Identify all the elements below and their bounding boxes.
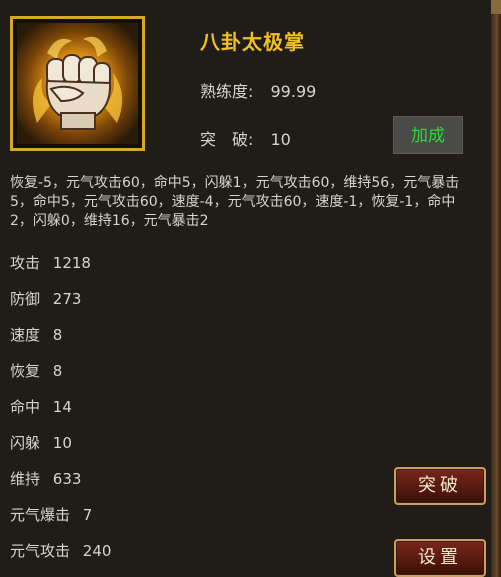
breakthrough-button[interactable]: 突破 <box>394 467 486 505</box>
attribute-value: 273 <box>52 290 82 308</box>
panel-edge-corner <box>491 0 501 14</box>
attribute-value: 633 <box>52 470 82 488</box>
attribute-name: 元气攻击 <box>10 542 71 560</box>
attribute-row-defense: 防御 273 <box>10 288 310 324</box>
attribute-value: 1218 <box>52 254 91 272</box>
breakthrough-line: 突 破: 10 <box>200 126 291 150</box>
attribute-row-attack: 攻击 1218 <box>10 252 310 288</box>
breakthrough-label: 突 破: <box>200 130 254 149</box>
panel-edge <box>491 0 501 577</box>
attribute-name: 攻击 <box>10 254 41 272</box>
attribute-name: 恢复 <box>10 362 41 380</box>
attribute-list: 攻击 1218 防御 273 速度 8 恢复 8 命中 14 闪躲 10 维持 … <box>10 252 310 576</box>
attribute-row-dodge: 闪躲 10 <box>10 432 310 468</box>
attribute-value: 8 <box>52 326 63 344</box>
fist-icon-graphic <box>33 36 123 130</box>
attribute-name: 闪躲 <box>10 434 41 452</box>
attribute-name: 维持 <box>10 470 41 488</box>
attribute-name: 命中 <box>10 398 41 416</box>
fist-icon <box>17 23 138 144</box>
attribute-name: 防御 <box>10 290 41 308</box>
attribute-value: 8 <box>52 362 63 380</box>
attribute-row-sustain: 维持 633 <box>10 468 310 504</box>
attribute-value: 7 <box>82 506 93 524</box>
attribute-value: 14 <box>52 398 72 416</box>
proficiency-label: 熟练度: <box>200 82 254 101</box>
attribute-name: 元气爆击 <box>10 506 71 524</box>
attribute-row-qi-attack: 元气攻击 240 <box>10 540 310 576</box>
breakthrough-value: 10 <box>270 130 291 149</box>
attribute-row-speed: 速度 8 <box>10 324 310 360</box>
attribute-row-hit: 命中 14 <box>10 396 310 432</box>
skill-name: 八卦太极掌 <box>200 30 305 54</box>
proficiency-value: 99.99 <box>270 82 317 101</box>
proficiency-line: 熟练度: 99.99 <box>200 78 316 102</box>
attribute-row-recovery: 恢复 8 <box>10 360 310 396</box>
attribute-row-qi-crit: 元气爆击 7 <box>10 504 310 540</box>
attribute-value: 240 <box>82 542 112 560</box>
skill-panel: 八卦太极掌 熟练度: 99.99 突 破: 10 加成 恢复-5，元气攻击60，… <box>0 0 501 577</box>
attribute-name: 速度 <box>10 326 41 344</box>
upgrade-button[interactable]: 加成 <box>393 116 463 154</box>
skill-icon-frame[interactable] <box>10 16 145 151</box>
skill-description: 恢复-5，元气攻击60，命中5，闪躲1，元气攻击60，维持56，元气暴击5，命中… <box>10 175 460 229</box>
settings-button[interactable]: 设置 <box>394 539 486 577</box>
attribute-value: 10 <box>52 434 72 452</box>
